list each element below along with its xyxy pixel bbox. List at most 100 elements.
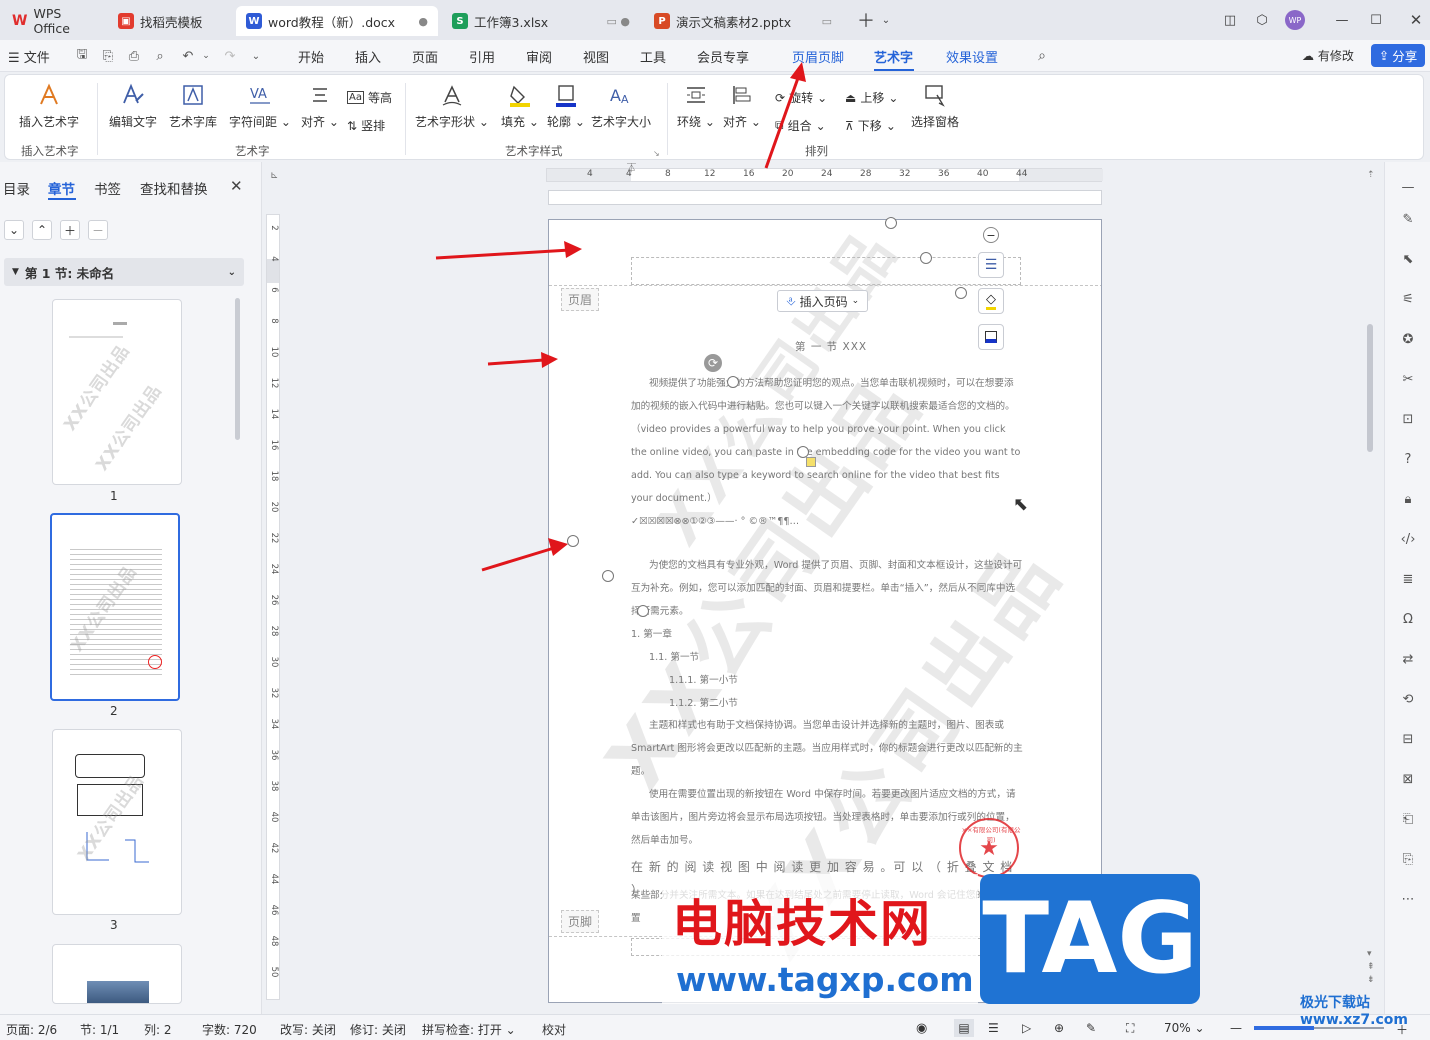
selection-pane-button[interactable]: 选择窗格 — [911, 83, 959, 130]
tab-list-chevron-icon[interactable]: ⌄ — [876, 10, 896, 30]
translate-icon[interactable]: ⇄ — [1399, 650, 1417, 668]
footer-label[interactable]: 页脚 — [561, 910, 600, 933]
page-thumbnail-1[interactable]: XX公司出品 XX公司出品 — [52, 299, 182, 485]
collapse-icon[interactable]: — — [1399, 178, 1417, 196]
close-icon[interactable]: ✕ — [1406, 10, 1426, 30]
menu-reference[interactable]: 引用 — [469, 47, 495, 66]
wrap-button[interactable]: 环绕 ⌄ — [677, 83, 715, 130]
revision-status[interactable]: 修订: 关闭 — [350, 1021, 406, 1038]
select-icon[interactable]: ⬉ — [1399, 250, 1417, 268]
wordart-library-button[interactable]: 艺术字库 — [169, 83, 217, 130]
column-indicator[interactable]: 列: 2 — [144, 1021, 172, 1038]
remove-section-icon[interactable]: － — [88, 220, 108, 240]
tools-icon[interactable]: ✂ — [1399, 370, 1417, 388]
ai-icon[interactable]: ✪ — [1399, 330, 1417, 348]
zoom-out-icon[interactable]: — — [1230, 1021, 1242, 1035]
collapse-chevron-icon[interactable]: ⌃ — [32, 220, 52, 240]
menu-review[interactable]: 审阅 — [526, 47, 552, 66]
outline-view-icon[interactable]: ☰ — [988, 1021, 999, 1035]
zoom-level[interactable]: 70% ⌄ — [1164, 1021, 1205, 1035]
export-icon[interactable]: ⎘ — [100, 48, 116, 64]
more-icon[interactable]: ⋯ — [1399, 890, 1417, 908]
doc-check-icon[interactable]: ⎗ — [1399, 810, 1417, 828]
pen-icon[interactable]: ✎ — [1399, 210, 1417, 228]
float-outline-button[interactable] — [978, 324, 1004, 350]
float-fill-button[interactable]: ◇ — [978, 288, 1004, 314]
tab-docer[interactable]: ▣ 找稻壳模板 — [108, 6, 232, 36]
tab-excel[interactable]: S 工作簿3.xlsx ▭ ● — [442, 6, 640, 36]
wordart-shape-button[interactable]: 艺术字形状 ⌄ — [415, 83, 489, 130]
insert-page-number-button[interactable]: ⎀ 插入页码 ⌄ — [777, 290, 869, 312]
avatar[interactable]: WP — [1285, 10, 1305, 30]
page-thumbnail-3[interactable]: XX公司出品 — [52, 729, 182, 915]
undo-chevron-icon[interactable]: ⌄ — [198, 48, 214, 64]
send-backward-button[interactable]: ⊼ 下移 ⌄ — [845, 117, 896, 134]
header-label[interactable]: 页眉 — [561, 288, 600, 311]
resize-handle[interactable] — [885, 217, 897, 229]
section-indicator[interactable]: 节: 1/1 — [80, 1021, 119, 1038]
tab-wps-office[interactable]: W WPS Office — [2, 6, 104, 36]
page-view-icon[interactable]: ▤ — [954, 1019, 974, 1037]
file-menu[interactable]: ☰ 文件 — [8, 47, 50, 66]
dialog-launcher-icon[interactable]: ↘ — [653, 149, 660, 158]
play-icon[interactable]: ▷ — [1022, 1021, 1031, 1035]
spell-check-status[interactable]: 拼写检查: 打开 ⌄ — [422, 1021, 516, 1038]
menu-view[interactable]: 视图 — [583, 47, 609, 66]
tab-bookmarks[interactable]: 书签 — [94, 178, 121, 198]
document-scrollbar[interactable] — [1367, 324, 1373, 452]
symbol-icon[interactable]: Ω — [1399, 610, 1417, 628]
redo-icon[interactable]: ↷ — [222, 48, 238, 64]
pen-mode-icon[interactable]: ✎ — [1086, 1021, 1096, 1035]
vertical-ruler[interactable]: 2 4 6 8 10 12 14 16 18 20 22 24 26 28 30 32 34 36 38 40 42 44… — [266, 214, 280, 1000]
chevron-down-icon[interactable]: ⌄ — [228, 267, 236, 278]
tab-ppt[interactable]: P 演示文稿素材2.pptx ▭ — [644, 6, 842, 36]
save-icon[interactable]: 🖫 — [74, 47, 90, 64]
arrange-align-button[interactable]: 对齐 ⌄ — [723, 83, 761, 130]
edit-text-button[interactable]: 编辑文字 — [109, 83, 157, 130]
more-chevron-icon[interactable]: ⌄ — [248, 48, 264, 64]
pane-scrollbar[interactable] — [235, 298, 240, 440]
char-spacing-button[interactable]: VA 字符间距 ⌄ — [229, 83, 291, 130]
help-icon[interactable]: ? — [1399, 450, 1417, 468]
tab-dot-icon[interactable]: ● — [418, 15, 428, 28]
align-text-button[interactable]: 对齐 ⌄ — [301, 83, 339, 130]
print-icon[interactable]: ⎙ — [126, 48, 142, 64]
chart-icon[interactable]: ⊠ — [1399, 770, 1417, 788]
close-pane-icon[interactable]: ✕ — [230, 177, 243, 195]
search-icon[interactable]: ⌕ — [1034, 48, 1050, 64]
lock-icon[interactable]: 🔒︎ — [1399, 490, 1417, 508]
undo-icon[interactable]: ↶ — [180, 48, 196, 64]
menu-tools[interactable]: 工具 — [640, 47, 666, 66]
menu-member[interactable]: 会员专享 — [697, 47, 749, 66]
outline-button[interactable]: 轮廓 ⌄ — [547, 83, 585, 130]
expand-chevron-icon[interactable]: ⌄ — [4, 220, 24, 240]
eye-protect-icon[interactable]: ◉ — [916, 1021, 927, 1036]
bring-forward-button[interactable]: ⏏ 上移 ⌄ — [845, 89, 898, 106]
modified-status[interactable]: ☁ 有修改 — [1302, 47, 1354, 64]
page-indicator[interactable]: 页面: 2/6 — [6, 1021, 57, 1038]
maximize-icon[interactable]: ☐ — [1366, 10, 1386, 30]
book-icon[interactable]: ⊡ — [1399, 410, 1417, 428]
resize-handle[interactable] — [602, 570, 614, 582]
layout-options-button[interactable]: ☰ — [978, 252, 1004, 278]
page-thumbnail-4[interactable] — [52, 944, 182, 1004]
adjust-handle[interactable] — [806, 457, 816, 467]
overwrite-status[interactable]: 改写: 关闭 — [280, 1021, 336, 1038]
minimize-icon[interactable]: — — [1332, 10, 1352, 30]
resize-handle[interactable] — [727, 376, 739, 388]
word-count[interactable]: 字数: 720 — [202, 1021, 257, 1038]
history-icon[interactable]: ⟲ — [1399, 690, 1417, 708]
resize-handle[interactable] — [920, 252, 932, 264]
folder-star-icon[interactable]: ⊟ — [1399, 730, 1417, 748]
header-textbox[interactable] — [631, 257, 1021, 285]
menu-effect-settings[interactable]: 效果设置 — [946, 47, 998, 66]
tab-toc[interactable]: 目录 — [3, 178, 30, 198]
section-header[interactable]: ▼ 第 1 节: 未命名 ⌄ — [4, 258, 244, 286]
rotate-handle-icon[interactable]: ⟳ — [704, 354, 722, 372]
menu-start[interactable]: 开始 — [298, 47, 324, 66]
tab-find-replace[interactable]: 查找和替换 — [140, 178, 208, 198]
outline-list-icon[interactable]: ≣ — [1399, 570, 1417, 588]
add-section-icon[interactable]: ＋ — [60, 220, 80, 240]
fill-button[interactable]: 填充 ⌄ — [501, 83, 539, 130]
page-thumbnail-2[interactable]: XX公司出品 — [50, 513, 180, 701]
